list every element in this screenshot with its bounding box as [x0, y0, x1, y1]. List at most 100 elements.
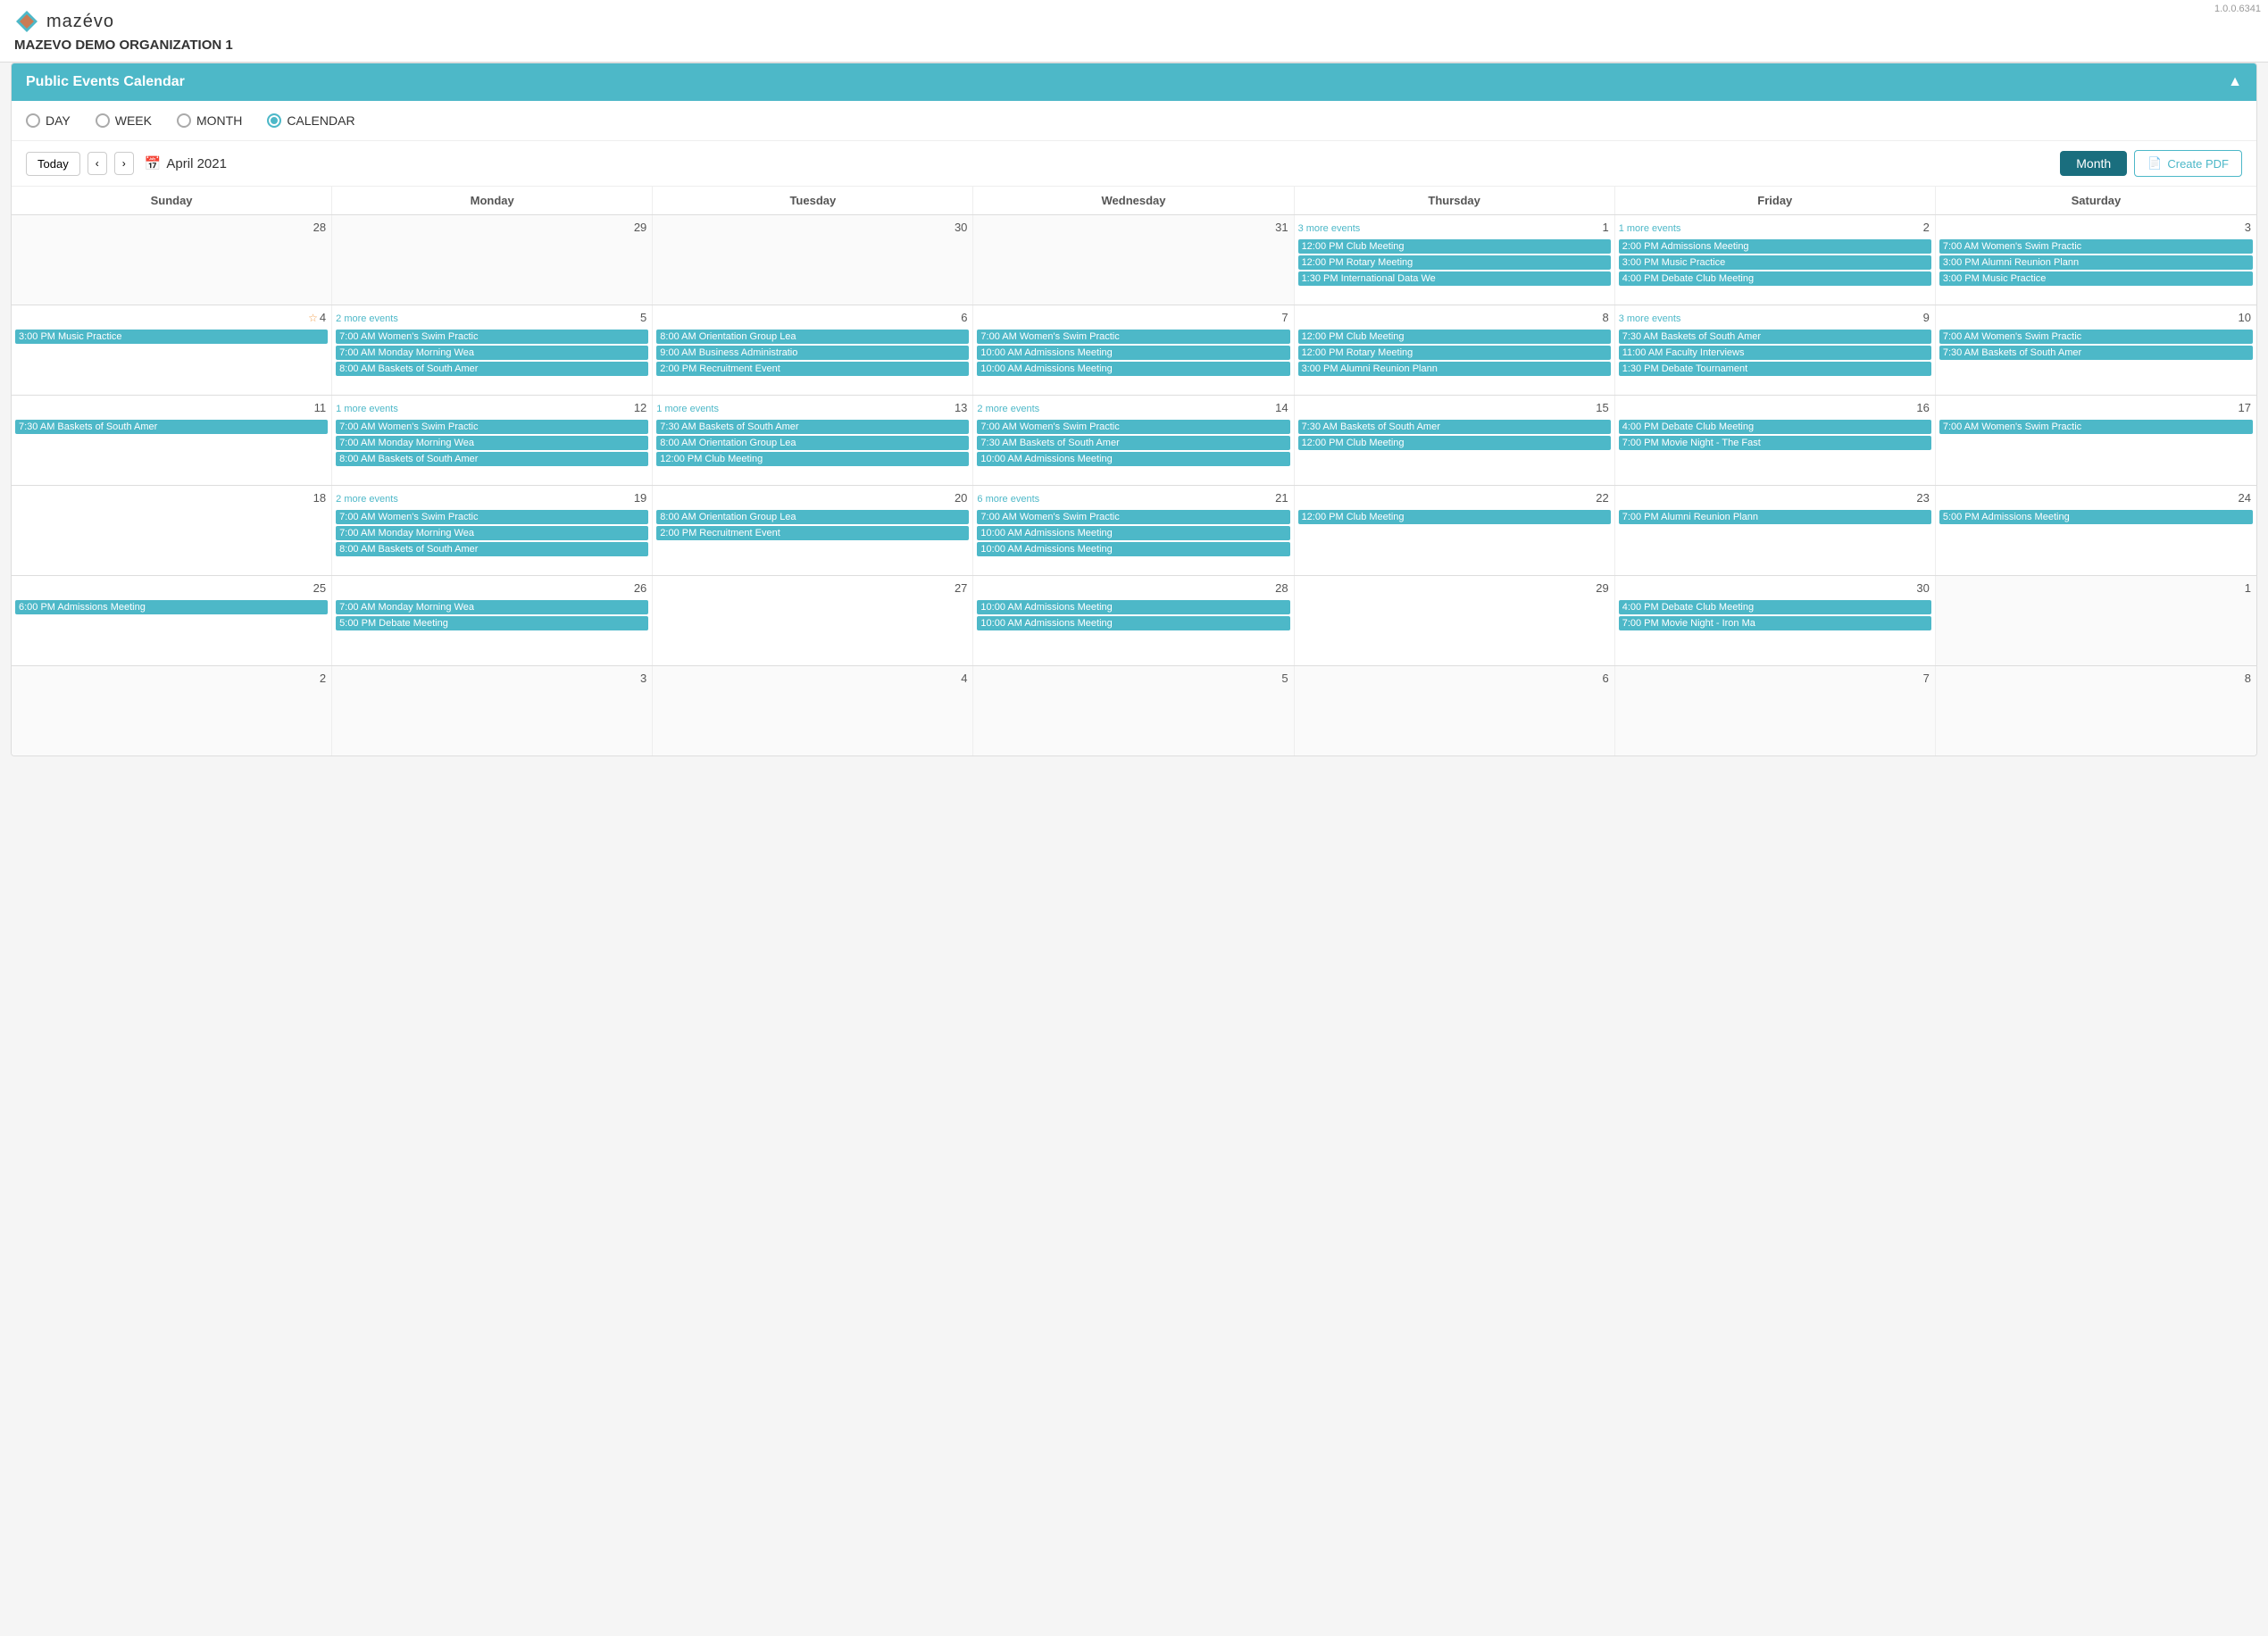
event-item[interactable]: 11:00 AM Faculty Interviews: [1619, 346, 1931, 360]
next-button[interactable]: ›: [114, 152, 134, 175]
event-item[interactable]: 7:00 AM Monday Morning Wea: [336, 600, 648, 614]
day-cell: 30: [653, 215, 973, 305]
event-item[interactable]: 7:00 AM Women's Swim Practic: [1939, 239, 2253, 254]
radio-week[interactable]: [96, 113, 110, 128]
event-item[interactable]: 7:00 AM Women's Swim Practic: [977, 420, 1289, 434]
view-calendar[interactable]: CALENDAR: [267, 113, 354, 128]
day-number: 8: [1600, 309, 1610, 326]
event-item[interactable]: 8:00 AM Baskets of South Amer: [336, 542, 648, 556]
day-number: 11: [313, 399, 329, 416]
more-events[interactable]: 2 more events: [977, 404, 1272, 414]
event-item[interactable]: 1:30 PM International Data We: [1298, 271, 1611, 286]
event-item[interactable]: 3:00 PM Music Practice: [1619, 255, 1931, 270]
event-item[interactable]: 10:00 AM Admissions Meeting: [977, 600, 1289, 614]
panel-collapse-button[interactable]: ▲: [2228, 74, 2242, 90]
more-events[interactable]: 3 more events: [1298, 223, 1599, 234]
event-item[interactable]: 7:00 AM Women's Swim Practic: [336, 510, 648, 524]
day-cell: 37:00 AM Women's Swim Practic3:00 PM Alu…: [1936, 215, 2256, 305]
event-item[interactable]: 7:30 AM Baskets of South Amer: [977, 436, 1289, 450]
event-item[interactable]: 12:00 PM Rotary Meeting: [1298, 346, 1611, 360]
event-item[interactable]: 7:30 AM Baskets of South Amer: [1298, 420, 1611, 434]
day-cell-top: 31: [977, 219, 1289, 238]
event-item[interactable]: 10:00 AM Admissions Meeting: [977, 616, 1289, 630]
event-item[interactable]: 8:00 AM Orientation Group Lea: [656, 510, 969, 524]
event-item[interactable]: 12:00 PM Club Meeting: [1298, 436, 1611, 450]
event-item[interactable]: 4:00 PM Debate Club Meeting: [1619, 600, 1931, 614]
event-item[interactable]: 7:00 AM Women's Swim Practic: [1939, 330, 2253, 344]
event-item[interactable]: 2:00 PM Recruitment Event: [656, 526, 969, 540]
event-item[interactable]: 1:30 PM Debate Tournament: [1619, 362, 1931, 376]
event-item[interactable]: 3:00 PM Alumni Reunion Plann: [1939, 255, 2253, 270]
event-item[interactable]: 7:00 AM Monday Morning Wea: [336, 346, 648, 360]
panel-header: Public Events Calendar ▲: [12, 63, 2256, 101]
day-number: 21: [1273, 489, 1289, 506]
radio-month[interactable]: [177, 113, 191, 128]
more-events[interactable]: 3 more events: [1619, 313, 1920, 324]
event-item[interactable]: 7:30 AM Baskets of South Amer: [656, 420, 969, 434]
more-events[interactable]: 1 more events: [1619, 223, 1920, 234]
day-cell: 3 more events97:30 AM Baskets of South A…: [1615, 305, 1936, 395]
today-button[interactable]: Today: [26, 152, 80, 176]
event-item[interactable]: 7:30 AM Baskets of South Amer: [1619, 330, 1931, 344]
more-events[interactable]: 6 more events: [977, 494, 1272, 505]
event-item[interactable]: 7:00 AM Women's Swim Practic: [977, 510, 1289, 524]
event-item[interactable]: 4:00 PM Debate Club Meeting: [1619, 420, 1931, 434]
event-item[interactable]: 7:00 AM Women's Swim Practic: [336, 330, 648, 344]
create-pdf-button[interactable]: 📄 Create PDF: [2134, 150, 2242, 177]
day-cell-top: 28: [977, 580, 1289, 598]
event-item[interactable]: 4:00 PM Debate Club Meeting: [1619, 271, 1931, 286]
event-item[interactable]: 9:00 AM Business Administratio: [656, 346, 969, 360]
event-item[interactable]: 3:00 PM Alumni Reunion Plann: [1298, 362, 1611, 376]
event-item[interactable]: 7:00 AM Women's Swim Practic: [977, 330, 1289, 344]
prev-button[interactable]: ‹: [88, 152, 107, 175]
day-cell-top: 4: [656, 670, 969, 689]
event-item[interactable]: 5:00 PM Admissions Meeting: [1939, 510, 2253, 524]
event-item[interactable]: 12:00 PM Club Meeting: [1298, 330, 1611, 344]
event-item[interactable]: 3:00 PM Music Practice: [1939, 271, 2253, 286]
event-item[interactable]: 7:00 AM Women's Swim Practic: [1939, 420, 2253, 434]
more-events[interactable]: 2 more events: [336, 494, 630, 505]
day-cell-top: 26: [336, 580, 648, 598]
event-item[interactable]: 10:00 AM Admissions Meeting: [977, 452, 1289, 466]
day-number: 12: [632, 399, 648, 416]
event-item[interactable]: 8:00 AM Baskets of South Amer: [336, 362, 648, 376]
event-item[interactable]: 10:00 AM Admissions Meeting: [977, 542, 1289, 556]
event-item[interactable]: 12:00 PM Club Meeting: [1298, 510, 1611, 524]
event-item[interactable]: 2:00 PM Admissions Meeting: [1619, 239, 1931, 254]
event-item[interactable]: 7:30 AM Baskets of South Amer: [1939, 346, 2253, 360]
event-item[interactable]: 10:00 AM Admissions Meeting: [977, 362, 1289, 376]
day-cell-top: 24: [1939, 489, 2253, 508]
event-item[interactable]: 8:00 AM Baskets of South Amer: [336, 452, 648, 466]
radio-calendar[interactable]: [267, 113, 281, 128]
view-selector: DAY WEEK MONTH CALENDAR: [12, 101, 2256, 141]
radio-day[interactable]: [26, 113, 40, 128]
event-item[interactable]: 7:00 AM Monday Morning Wea: [336, 526, 648, 540]
event-item[interactable]: 10:00 AM Admissions Meeting: [977, 526, 1289, 540]
weeks-container: 282930313 more events112:00 PM Club Meet…: [12, 215, 2256, 755]
day-cell: 77:00 AM Women's Swim Practic10:00 AM Ad…: [973, 305, 1294, 395]
event-item[interactable]: 3:00 PM Music Practice: [15, 330, 328, 344]
event-item[interactable]: 7:30 AM Baskets of South Amer: [15, 420, 328, 434]
more-events[interactable]: 1 more events: [336, 404, 630, 414]
view-month[interactable]: MONTH: [177, 113, 242, 128]
view-day[interactable]: DAY: [26, 113, 71, 128]
event-item[interactable]: 7:00 PM Movie Night - Iron Ma: [1619, 616, 1931, 630]
more-events[interactable]: 1 more events: [656, 404, 951, 414]
event-item[interactable]: 2:00 PM Recruitment Event: [656, 362, 969, 376]
event-item[interactable]: 10:00 AM Admissions Meeting: [977, 346, 1289, 360]
event-item[interactable]: 12:00 PM Club Meeting: [1298, 239, 1611, 254]
event-item[interactable]: 7:00 AM Women's Swim Practic: [336, 420, 648, 434]
event-item[interactable]: 7:00 PM Movie Night - The Fast: [1619, 436, 1931, 450]
day-cell-top: 11: [15, 399, 328, 418]
event-item[interactable]: 7:00 AM Monday Morning Wea: [336, 436, 648, 450]
event-item[interactable]: 5:00 PM Debate Meeting: [336, 616, 648, 630]
view-week[interactable]: WEEK: [96, 113, 152, 128]
month-view-button[interactable]: Month: [2060, 151, 2127, 176]
event-item[interactable]: 12:00 PM Club Meeting: [656, 452, 969, 466]
event-item[interactable]: 6:00 PM Admissions Meeting: [15, 600, 328, 614]
event-item[interactable]: 8:00 AM Orientation Group Lea: [656, 330, 969, 344]
more-events[interactable]: 2 more events: [336, 313, 637, 324]
event-item[interactable]: 12:00 PM Rotary Meeting: [1298, 255, 1611, 270]
event-item[interactable]: 7:00 PM Alumni Reunion Plann: [1619, 510, 1931, 524]
event-item[interactable]: 8:00 AM Orientation Group Lea: [656, 436, 969, 450]
